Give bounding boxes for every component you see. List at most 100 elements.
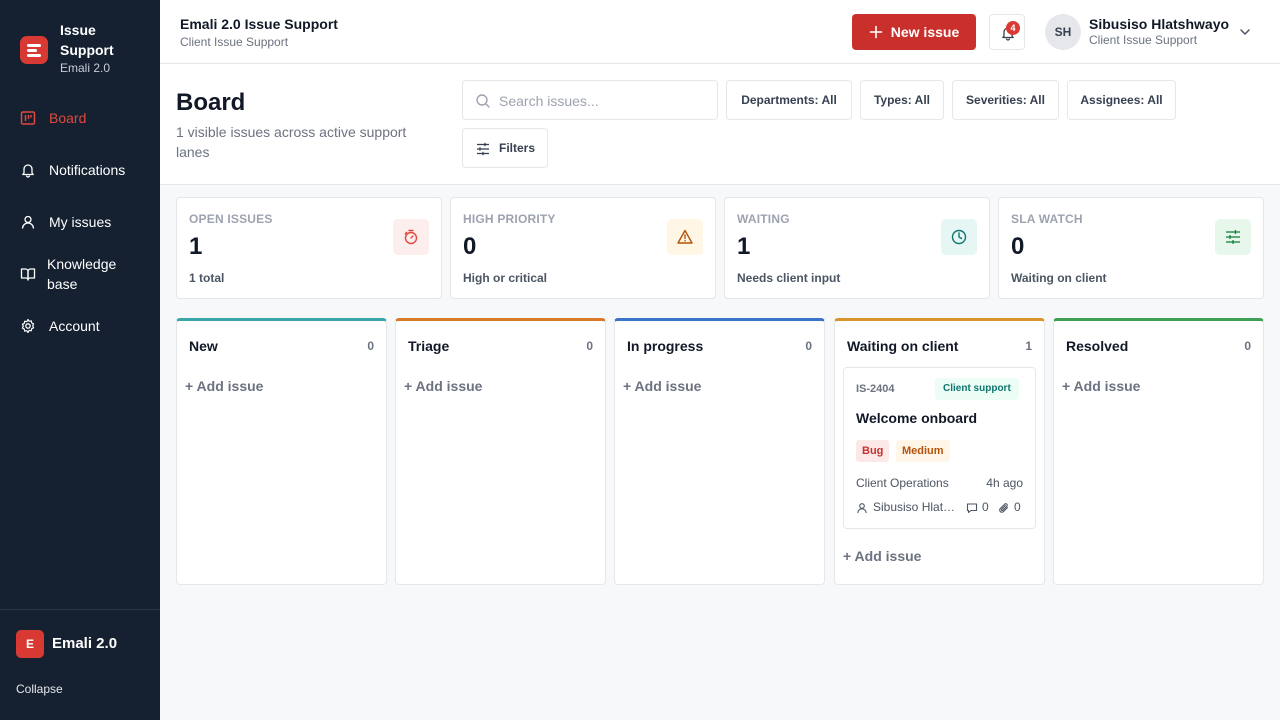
timer-icon bbox=[393, 219, 429, 255]
add-issue-button[interactable]: + Add issue bbox=[623, 376, 701, 396]
sidebar-item-knowledge-base[interactable]: Knowledge base bbox=[0, 254, 160, 294]
filters-label: Filters bbox=[499, 141, 536, 155]
stat-label: OPEN ISSUES bbox=[189, 212, 273, 226]
gear-icon bbox=[21, 318, 35, 334]
sidebar-item-label: Account bbox=[49, 318, 100, 334]
new-issue-button[interactable]: New issue bbox=[852, 14, 976, 50]
notifications-button[interactable]: 4 bbox=[989, 14, 1025, 50]
avatar: SH bbox=[1045, 14, 1081, 50]
column-new: New 0 + Add issue bbox=[176, 318, 387, 585]
sliders-icon bbox=[1215, 219, 1251, 255]
book-icon bbox=[20, 268, 36, 281]
stat-value: 0 bbox=[1011, 233, 1025, 260]
column-count: 0 bbox=[805, 339, 812, 353]
column-triage: Triage 0 + Add issue bbox=[395, 318, 606, 585]
workspace-name: Emali 2.0 bbox=[52, 635, 118, 652]
user-menu[interactable]: SH Sibusiso Hlatshwayo Client Issue Supp… bbox=[1045, 13, 1265, 51]
issue-card[interactable]: IS-2404 Client support Welcome onboard B… bbox=[843, 367, 1036, 529]
column-count: 0 bbox=[586, 339, 593, 353]
brand-subtitle: Emali 2.0 bbox=[60, 61, 111, 75]
stat-label: SLA WATCH bbox=[1011, 212, 1083, 226]
types-filter[interactable]: Types: All bbox=[860, 80, 944, 120]
column-resolved: Resolved 0 + Add issue bbox=[1053, 318, 1264, 585]
issue-title: Welcome onboard bbox=[856, 410, 978, 426]
brand-title: Issue Support bbox=[60, 22, 114, 58]
notification-count-badge: 4 bbox=[1006, 21, 1020, 35]
stat-note: 1 total bbox=[189, 271, 225, 285]
column-title: Triage bbox=[408, 338, 450, 354]
column-title: Resolved bbox=[1066, 338, 1129, 354]
collapse-button[interactable]: Collapse bbox=[16, 681, 63, 697]
app-title: Emali 2.0 Issue Support bbox=[180, 16, 338, 32]
sidebar-item-board[interactable]: Board bbox=[0, 108, 160, 128]
page-description: 1 visible issues across active support l… bbox=[176, 124, 407, 160]
add-issue-button[interactable]: + Add issue bbox=[843, 546, 921, 566]
stat-label: WAITING bbox=[737, 212, 790, 226]
sliders-icon bbox=[477, 142, 489, 156]
type-tag: Bug bbox=[856, 440, 890, 462]
search-box[interactable] bbox=[462, 80, 718, 120]
brand[interactable]: Issue Support Emali 2.0 bbox=[20, 20, 150, 76]
stat-value: 0 bbox=[463, 233, 477, 260]
app-logo-icon bbox=[20, 36, 48, 64]
departments-filter[interactable]: Departments: All bbox=[726, 80, 852, 120]
issue-id: IS-2404 bbox=[856, 383, 895, 395]
sidebar-item-account[interactable]: Account bbox=[0, 316, 160, 336]
user-icon bbox=[21, 215, 35, 229]
page-title: Board bbox=[176, 89, 246, 116]
sidebar-item-label: My issues bbox=[49, 214, 112, 230]
column-title: In progress bbox=[627, 338, 704, 354]
sidebar-item-label: Knowledge base bbox=[47, 256, 117, 292]
stat-value: 1 bbox=[737, 233, 751, 260]
sidebar: Issue Support Emali 2.0 Board Notificati… bbox=[0, 0, 160, 720]
stat-label: HIGH PRIORITY bbox=[463, 212, 556, 226]
paperclip-icon bbox=[999, 503, 1009, 513]
chevron-down-icon bbox=[1240, 29, 1250, 35]
comment-icon bbox=[966, 503, 978, 514]
stat-card-high-priority: HIGH PRIORITY 0 High or critical bbox=[450, 197, 716, 299]
column-count: 0 bbox=[367, 339, 374, 353]
issue-department: Client Operations bbox=[856, 476, 949, 490]
column-title: Waiting on client bbox=[847, 338, 959, 354]
add-issue-button[interactable]: + Add issue bbox=[1062, 376, 1140, 396]
plus-icon bbox=[869, 25, 883, 39]
search-icon bbox=[476, 94, 490, 108]
stat-note: Waiting on client bbox=[1011, 271, 1107, 285]
severity-tag: Medium bbox=[896, 440, 950, 462]
sidebar-item-my-issues[interactable]: My issues bbox=[0, 212, 160, 232]
user-icon bbox=[857, 503, 867, 514]
sidebar-divider bbox=[0, 609, 160, 610]
stat-note: Needs client input bbox=[737, 271, 841, 285]
top-header: Emali 2.0 Issue Support Client Issue Sup… bbox=[160, 0, 1280, 64]
board-toolbar: Board 1 visible issues across active sup… bbox=[160, 64, 1280, 185]
user-role: Client Issue Support bbox=[1089, 33, 1198, 47]
stat-card-sla-watch: SLA WATCH 0 Waiting on client bbox=[998, 197, 1264, 299]
sidebar-item-label: Notifications bbox=[49, 162, 126, 178]
bell-icon bbox=[22, 164, 34, 178]
warning-icon bbox=[667, 219, 703, 255]
column-count: 0 bbox=[1244, 339, 1251, 353]
issue-time: 4h ago bbox=[986, 476, 1023, 490]
board-icon bbox=[20, 111, 36, 125]
app-subtitle: Client Issue Support bbox=[180, 35, 289, 49]
assignees-filter[interactable]: Assignees: All bbox=[1067, 80, 1176, 120]
workspace-avatar[interactable]: E bbox=[16, 630, 44, 658]
assignee-name: Sibusiso Hlatshwayo bbox=[873, 500, 961, 514]
clock-icon bbox=[941, 219, 977, 255]
stat-card-waiting: WAITING 1 Needs client input bbox=[724, 197, 990, 299]
column-waiting-on-client: Waiting on client 1 IS-2404 Client suppo… bbox=[834, 318, 1045, 585]
column-in-progress: In progress 0 + Add issue bbox=[614, 318, 825, 585]
filters-button[interactable]: Filters bbox=[462, 128, 548, 168]
category-chip: Client support bbox=[935, 378, 1019, 400]
attachment-count-value: 0 bbox=[1014, 500, 1021, 514]
stat-card-open-issues: OPEN ISSUES 1 1 total bbox=[176, 197, 442, 299]
stat-note: High or critical bbox=[463, 271, 548, 285]
search-input[interactable] bbox=[499, 89, 709, 113]
comment-count-value: 0 bbox=[982, 500, 989, 514]
severities-filter[interactable]: Severities: All bbox=[952, 80, 1059, 120]
new-issue-label: New issue bbox=[890, 24, 960, 40]
sidebar-item-notifications[interactable]: Notifications bbox=[0, 160, 160, 180]
sidebar-item-label: Board bbox=[49, 110, 87, 126]
add-issue-button[interactable]: + Add issue bbox=[404, 376, 482, 396]
add-issue-button[interactable]: + Add issue bbox=[185, 376, 263, 396]
